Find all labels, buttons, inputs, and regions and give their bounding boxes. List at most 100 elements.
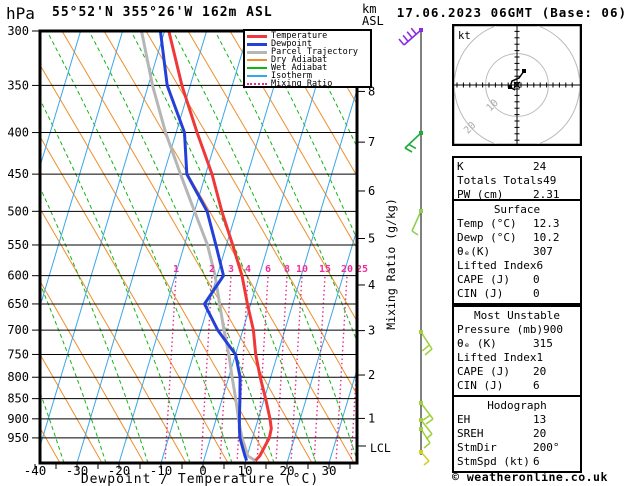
table-surface: Surface Temp (°C) 12.3 Dewp (°C) 10.2 θₑ(K) 30… (452, 199, 582, 305)
table-row-value: 900 (543, 323, 563, 336)
mixing-ratio-label: 10 (296, 264, 308, 275)
pressure-tick-label: 800 (7, 370, 29, 384)
legend-swatch (247, 83, 267, 85)
table-row-label: EH (457, 413, 471, 426)
mixing-ratio-label: 4 (245, 264, 251, 275)
altitude-tick-label: 5 (368, 231, 375, 245)
table-row: CIN (J) 0 (457, 287, 577, 301)
legend-label: Mixing Ratio (271, 79, 333, 89)
wind-barb-column (398, 27, 434, 466)
hodograph-trace-dot (522, 69, 526, 73)
pressure-tick-label: 950 (7, 431, 29, 445)
parcel-trajectory-curve (140, 31, 257, 462)
table-row: StmDir 200° (457, 441, 577, 455)
table-row-label: θₑ(K) (457, 245, 491, 258)
wind-barb (398, 27, 423, 46)
altitude-tick-label: 2 (368, 368, 375, 382)
legend-box: Temperature Dewpoint Parcel Trajectory Dry … (243, 29, 372, 88)
table-row-value: 49 (543, 174, 557, 187)
altitude-tick-label: 7 (368, 135, 375, 149)
legend-swatch (247, 75, 267, 77)
copyright: © weatheronline.co.uk (452, 470, 608, 484)
table-row: Temp (°C) 12.3 (457, 217, 577, 231)
table-row-value: 200° (533, 441, 560, 454)
skewt-sounding-page: hPa 55°52'N 355°26'W 162m ASL km ASL 17.… (0, 0, 629, 486)
altitude-tick-label: 3 (368, 324, 375, 338)
table-row-value: 13 (533, 413, 547, 426)
table-hodograph: Hodograph EH 13 SREH 20 StmDir 200° StmSpd (kt)… (452, 395, 582, 473)
pressure-axis: 300 350 400 450 500 550 600 650 700 750 800 850 900 9… (7, 24, 40, 445)
x-axis-label: Dewpoint / Temperature (°C) (80, 472, 320, 486)
legend-swatch (247, 42, 267, 46)
pressure-tick-label: 300 (7, 24, 29, 38)
table-row: CAPE (J) 20 (457, 365, 577, 379)
table-row-value: 24 (533, 160, 547, 173)
pressure-tick-label: 450 (7, 167, 29, 181)
table-row-value: 0 (533, 287, 540, 300)
table-row-value: 1 (536, 351, 544, 364)
mixing-ratio-axis-label: Mixing Ratio (g/kg) (384, 198, 398, 330)
legend-swatch (247, 67, 267, 69)
table-section-title: Hodograph (487, 399, 547, 412)
table-section-title: Most Unstable (473, 309, 561, 322)
mixing-ratio-label: 2 (209, 264, 215, 275)
table-row: θₑ (K) 315 (457, 337, 577, 351)
table-row: Totals Totals 49 (457, 174, 577, 188)
pressure-tick-label: 850 (7, 392, 29, 406)
table-row-label: Lifted Index (457, 259, 537, 272)
legend-item: Mixing Ratio (247, 80, 368, 88)
legend-swatch (247, 50, 267, 54)
table-row-label: CIN (J) (457, 379, 504, 392)
mixing-ratio-label: 8 (284, 264, 290, 275)
mixing-ratio-label: 20 (341, 264, 353, 275)
table-row: K 24 (457, 160, 577, 174)
table-row: SREH 20 (457, 427, 577, 441)
pressure-tick-label: 400 (7, 126, 29, 140)
table-row: CAPE (J) 0 (457, 273, 577, 287)
table-row: θₑ(K) 307 (457, 245, 577, 259)
hodograph: 102030kt (452, 24, 582, 146)
table-row-label: SREH (457, 427, 484, 440)
pressure-tick-label: 750 (7, 347, 29, 361)
table-most-unstable: Most Unstable Pressure (mb) 900 θₑ (K) 315 Li… (452, 305, 582, 397)
table-row-label: K (457, 160, 464, 173)
wind-barb (404, 131, 423, 153)
table-row-label: StmSpd (kt) (457, 455, 530, 468)
table-row: Lifted Index 6 (457, 259, 577, 273)
altitude-tick-label: 6 (368, 184, 375, 198)
hodograph-trace-dot (508, 85, 512, 89)
altitude-tick-label: 1 (368, 411, 375, 425)
table-row-value: 315 (533, 337, 553, 350)
table-row-label: CAPE (J) (457, 273, 510, 286)
pressure-tick-label: 550 (7, 238, 29, 252)
table-row-label: StmDir (457, 441, 497, 454)
table-row: CIN (J) 6 (457, 379, 577, 393)
table-row-value: 307 (533, 245, 553, 258)
table-row-label: Totals Totals (457, 174, 544, 187)
pressure-tick-label: 600 (7, 269, 29, 283)
mixing-ratio-label: 6 (265, 264, 271, 275)
table-row-label: CAPE (J) (457, 365, 510, 378)
table-row-value: 20 (533, 427, 547, 440)
table-row: Lifted Index 1 (457, 351, 577, 365)
pressure-tick-label: 350 (7, 78, 29, 92)
table-row-value: 0 (533, 273, 540, 286)
table-section-title: Surface (493, 203, 541, 216)
table-row: Dewp (°C) 10.2 (457, 231, 577, 245)
table-row-value: 12.3 (533, 217, 560, 230)
lcl-label: LCL (370, 441, 391, 455)
wind-barb (419, 450, 430, 466)
mixing-ratio-label: 3 (228, 264, 234, 275)
table-row-value: 10.2 (533, 231, 560, 244)
table-row-value: 20 (533, 365, 547, 378)
table-row-label: Lifted Index (457, 351, 537, 364)
pressure-tick-label: 700 (7, 323, 29, 337)
legend-swatch (247, 59, 267, 61)
table-row-label: θₑ (K) (457, 337, 497, 350)
table-row: EH 13 (457, 413, 577, 427)
table-row: Pressure (mb) 900 (457, 323, 577, 337)
table-row-value: 6 (536, 259, 544, 272)
altitude-tick-label: 4 (368, 278, 375, 292)
table-row-value: 6 (533, 455, 540, 468)
table-row-label: Dewp (°C) (457, 231, 517, 244)
